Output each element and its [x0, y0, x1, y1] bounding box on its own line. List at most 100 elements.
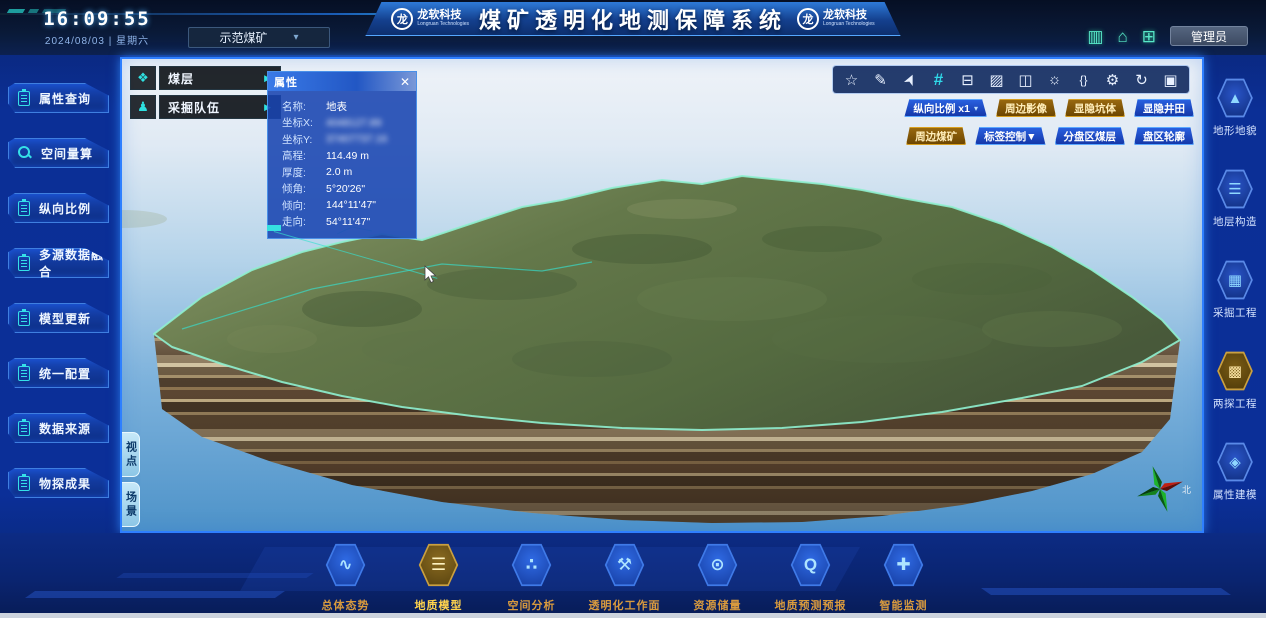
doc-icon: [18, 366, 30, 381]
header: 16:09:55 2024/08/03 | 星期六 示范煤矿 ▾ 龙 龙软科技 …: [0, 0, 1266, 55]
rail-item-mining-engineering[interactable]: ▦ 采掘工程: [1213, 259, 1257, 320]
nav-item-spatial-analysis[interactable]: ∴ 空间分析: [485, 542, 578, 613]
sidebar-item-vertical-scale[interactable]: 纵向比例: [8, 193, 109, 223]
left-sidebar: 属性查询 空间量算 纵向比例 多源数据融合 模型更新 统一配置 数据来源 物探: [0, 55, 120, 533]
district-coal-seam-button[interactable]: 分盘区煤层: [1055, 127, 1126, 145]
layer-label: 煤层: [168, 70, 194, 87]
prop-label: 名称:: [282, 99, 326, 114]
brightness-icon[interactable]: ☼: [1040, 66, 1069, 93]
compass-rose[interactable]: 北: [1130, 459, 1196, 521]
select-cursor-icon[interactable]: ➤: [891, 61, 928, 99]
title-wrap: 龙 龙软科技 Longruan Technologies 煤矿透明化地测保障系统…: [0, 0, 1266, 40]
logo-zh: 龙软科技: [417, 10, 469, 21]
bottom-bar: ∿ 总体态势 ☰ 地质模型 ∴ 空间分析 ⚒ 透明化工作面 ⊙ 资源储量 Q 地…: [0, 533, 1266, 618]
nav-item-smart-monitoring[interactable]: ✚ 智能监测: [857, 542, 950, 613]
chevron-down-icon: ▾: [974, 104, 978, 113]
nav-item-geological-forecast[interactable]: Q 地质预测预报: [764, 542, 857, 613]
favorite-star-icon[interactable]: ☆: [837, 66, 866, 93]
prop-value-strike: 54°11'47": [326, 216, 370, 228]
right-sidebar: ▲ 地形地貌 ☰ 地层构造 ▦ 采掘工程 ▩ 两探工程 ◈ 属性建模: [1204, 55, 1266, 533]
sidebar-item-data-source[interactable]: 数据来源: [8, 413, 109, 443]
stratum-icon: ☰: [1218, 170, 1252, 208]
bottom-nav: ∿ 总体态势 ☰ 地质模型 ∴ 空间分析 ⚒ 透明化工作面 ⊙ 资源储量 Q 地…: [299, 542, 950, 613]
rail-item-label: 属性建模: [1213, 487, 1257, 502]
search-chart-icon: Q: [792, 544, 830, 586]
page-title: 煤矿透明化地测保障系统: [479, 3, 787, 35]
rail-item-label: 地层构造: [1213, 214, 1257, 229]
prop-value-name: 地表: [326, 99, 347, 114]
logo-dragon-icon: 龙: [797, 8, 819, 30]
prop-value-thickness: 2.0 m: [326, 166, 352, 178]
bottom-deco: [981, 588, 1231, 595]
apps-grid-icon[interactable]: ⊞: [1142, 28, 1156, 45]
logo-en: Longruan Technologies: [823, 22, 875, 27]
shield-plus-icon: ✚: [885, 544, 923, 586]
refresh-icon[interactable]: ↻: [1127, 66, 1156, 93]
measure-ruler-icon[interactable]: ⊟: [953, 66, 982, 93]
sidebar-item-spatial-measure[interactable]: 空间量算: [8, 138, 109, 168]
map-button-row-2: 周边煤矿 标签控制▼ 分盘区煤层 盘区轮廓: [906, 127, 1194, 145]
layers-panel: ❖ 煤层 ▶ ♟ 采掘队伍 ▶: [130, 66, 281, 119]
map-button-row-1: 纵向比例 x1 ▾ 周边影像 显隐坑体 显隐井田: [904, 99, 1194, 117]
draw-pencil-icon[interactable]: ✎: [866, 66, 895, 93]
map-viewport[interactable]: ❖ 煤层 ▶ ♟ 采掘队伍 ▶ 属性 ✕ 名称:地表: [120, 57, 1204, 533]
rail-item-stratum-structure[interactable]: ☰ 地层构造: [1213, 168, 1257, 229]
close-icon[interactable]: ✕: [400, 76, 410, 88]
bottom-deco: [116, 573, 313, 578]
nav-item-resource-reserves[interactable]: ⊙ 资源储量: [671, 542, 764, 613]
prop-label: 坐标Y:: [282, 132, 326, 147]
terrain-icon: ▲: [1218, 79, 1252, 117]
sidebar-item-multisource-fusion[interactable]: 多源数据融合: [8, 248, 109, 278]
toggle-minefield-button[interactable]: 显隐井田: [1134, 99, 1194, 117]
tab-viewpoint[interactable]: 视点: [122, 432, 140, 477]
rail-item-exploration-engineering[interactable]: ▩ 两探工程: [1213, 350, 1257, 411]
sidebar-item-label: 纵向比例: [39, 200, 91, 217]
scatter-points-icon: ∴: [513, 544, 551, 586]
label-control-button[interactable]: 标签控制▼: [975, 127, 1045, 145]
sidebar-item-geophysical-results[interactable]: 物探成果: [8, 468, 109, 498]
nav-label: 地质预测预报: [775, 597, 847, 613]
doc-icon: [18, 311, 30, 326]
sidebar-item-model-update[interactable]: 模型更新: [8, 303, 109, 333]
nav-item-overall-situation[interactable]: ∿ 总体态势: [299, 542, 392, 613]
layers-copy-icon[interactable]: ▣: [1156, 66, 1185, 93]
vertical-scale-button[interactable]: 纵向比例 x1 ▾: [904, 99, 987, 117]
fill-region-icon[interactable]: ▨: [982, 66, 1011, 93]
sidebar-item-label: 统一配置: [39, 365, 91, 382]
surrounding-mines-button[interactable]: 周边煤矿: [906, 127, 966, 145]
layers-stack-icon: ☰: [420, 544, 458, 586]
team-icon: ♟: [130, 95, 156, 119]
sidebar-item-label: 属性查询: [39, 90, 91, 107]
district-outline-button[interactable]: 盘区轮廓: [1134, 127, 1194, 145]
grid-snap-icon[interactable]: #: [924, 66, 953, 93]
longruan-logo-right: 龙 龙软科技 Longruan Technologies: [797, 8, 875, 30]
sidebar-item-attribute-query[interactable]: 属性查询: [8, 83, 109, 113]
surrounding-imagery-button[interactable]: 周边影像: [996, 99, 1056, 117]
rail-item-attribute-modeling[interactable]: ◈ 属性建模: [1213, 441, 1257, 502]
nav-item-transparent-workface[interactable]: ⚒ 透明化工作面: [578, 542, 671, 613]
property-popup-body: 名称:地表 坐标X:4048127.89 坐标Y:37407737.16 高程:…: [267, 91, 417, 239]
nav-item-geological-model[interactable]: ☰ 地质模型: [392, 542, 485, 613]
annotation-braces-icon[interactable]: {}: [1069, 66, 1098, 93]
prop-label: 倾角:: [282, 181, 326, 196]
header-actions: ▥ ⌂ ⊞ 管理员: [1087, 26, 1248, 46]
home-icon[interactable]: ⌂: [1117, 28, 1127, 45]
settings-gear-icon[interactable]: ⚙: [1098, 66, 1127, 93]
layer-row-mining-team[interactable]: ♟ 采掘队伍 ▶: [130, 95, 281, 119]
toggle-pit-button[interactable]: 显隐坑体: [1065, 99, 1125, 117]
prop-value-dip-angle: 5°20'26": [326, 183, 365, 195]
longruan-logo-left: 龙 龙软科技 Longruan Technologies: [391, 8, 469, 30]
building-icon[interactable]: ▥: [1087, 28, 1103, 45]
mining-icon: ▦: [1218, 261, 1252, 299]
trend-chart-icon: ∿: [327, 544, 365, 586]
nav-label: 地质模型: [415, 597, 463, 613]
tab-scene[interactable]: 场景: [122, 482, 140, 527]
clip-plane-icon[interactable]: ◫: [1011, 66, 1040, 93]
layer-row-coal-seam[interactable]: ❖ 煤层 ▶: [130, 66, 281, 90]
prop-value-dip-direction: 144°11'47": [326, 199, 376, 211]
search-icon: [18, 146, 32, 160]
sidebar-item-unified-config[interactable]: 统一配置: [8, 358, 109, 388]
prop-value-elevation: 114.49 m: [326, 150, 369, 162]
rail-item-terrain[interactable]: ▲ 地形地貌: [1213, 77, 1257, 138]
admin-button[interactable]: 管理员: [1170, 26, 1248, 46]
